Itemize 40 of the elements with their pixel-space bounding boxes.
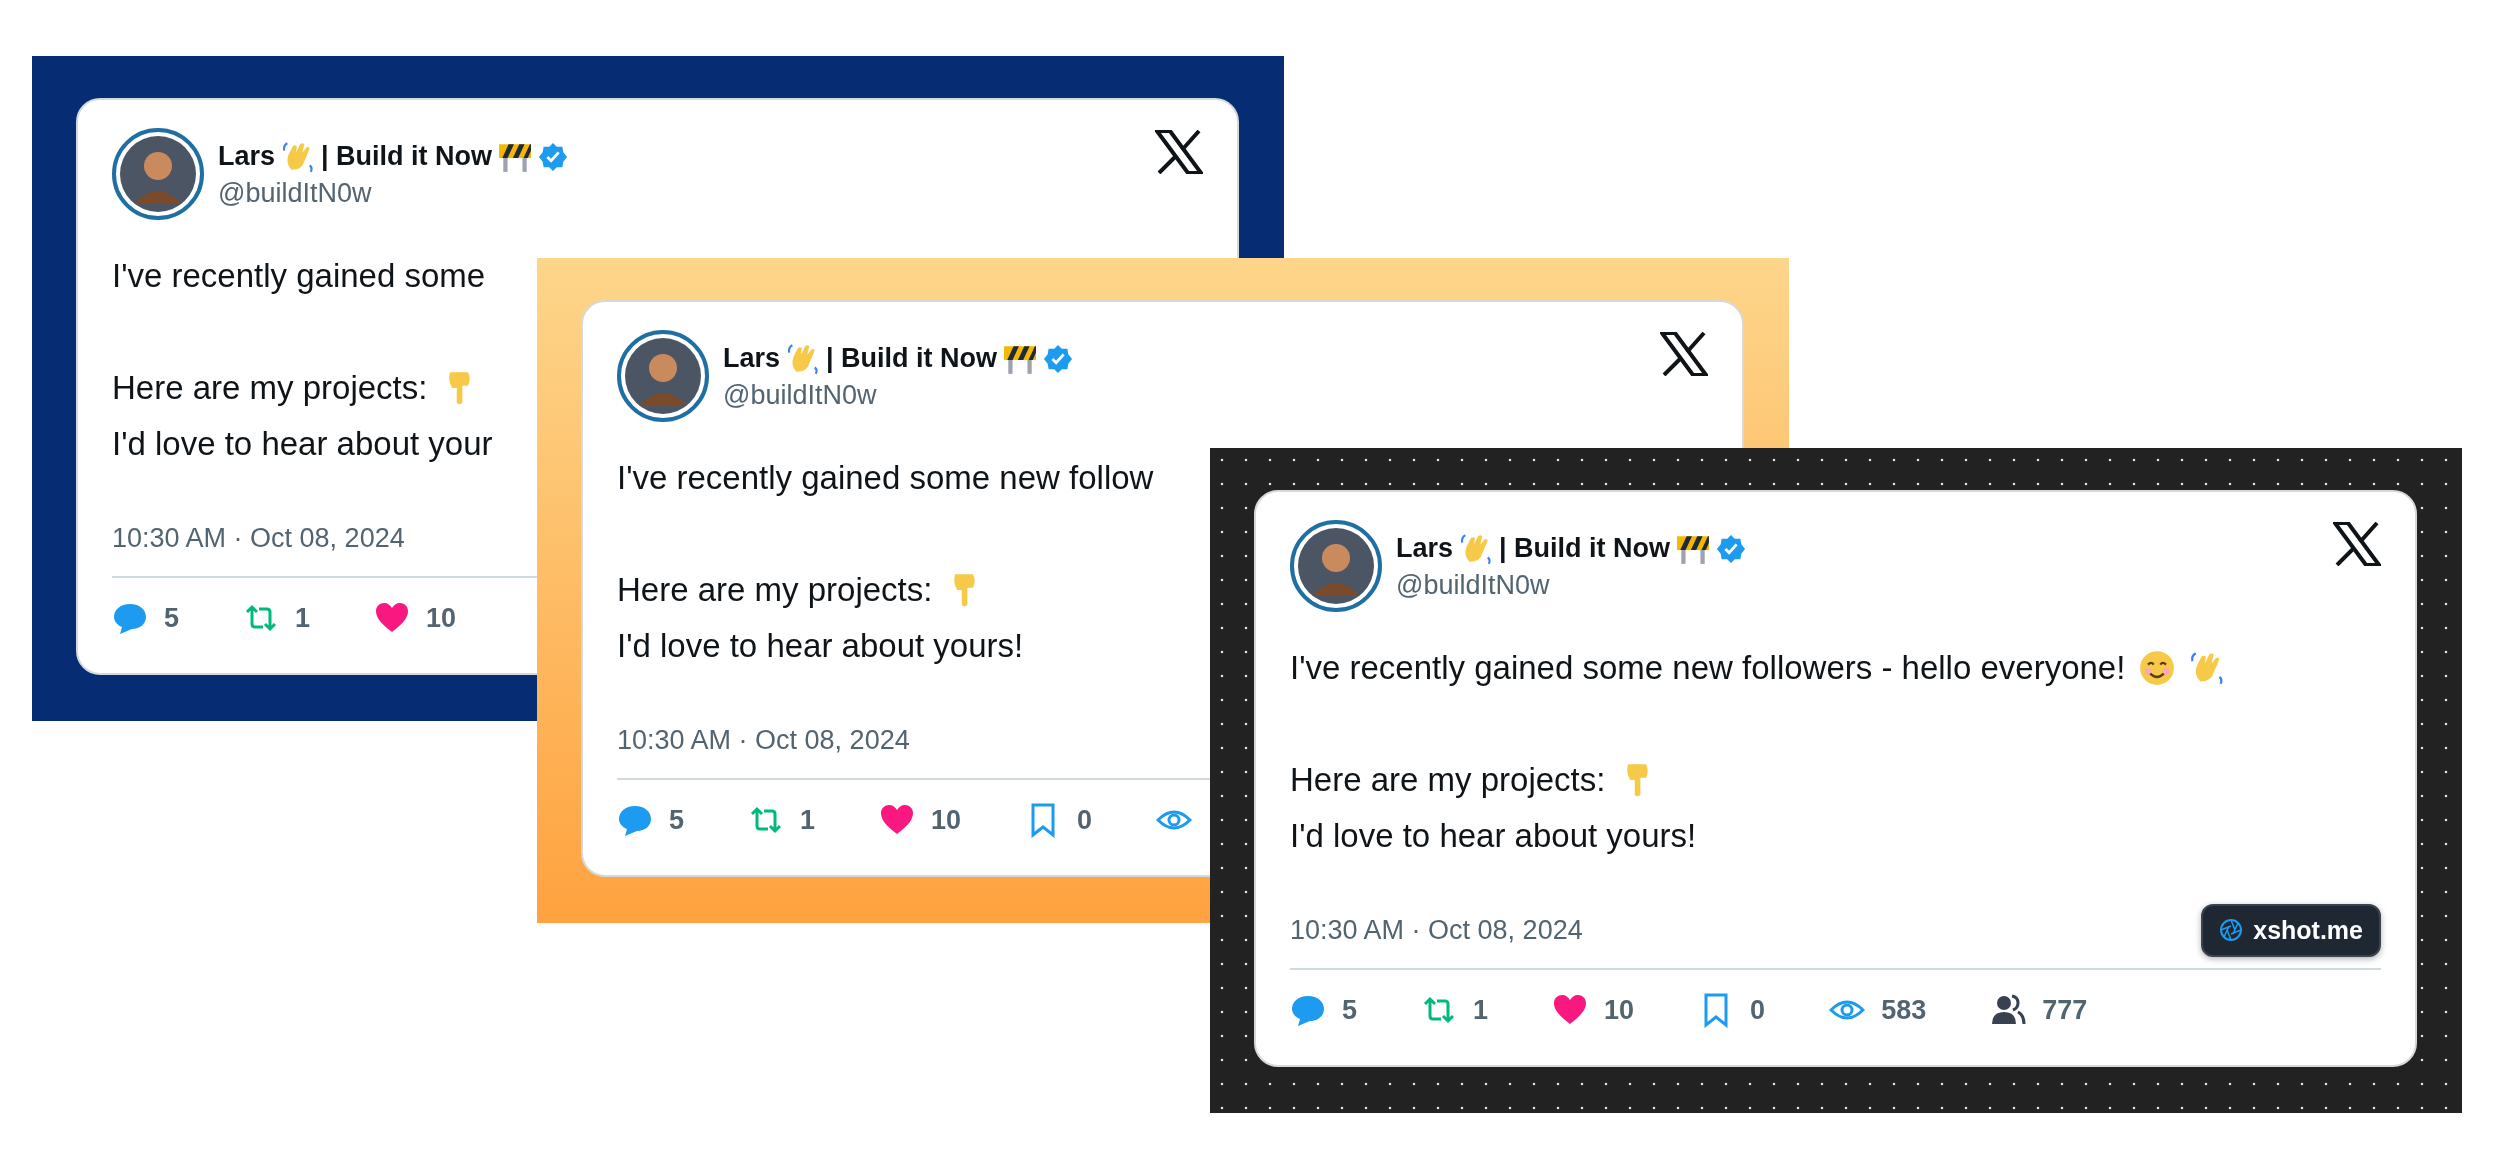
aperture-icon — [2219, 918, 2244, 942]
stat-count: 777 — [2042, 994, 2088, 1026]
tweet-text: I've recently gained some new follow — [617, 459, 1154, 496]
stat-count: 0 — [1077, 804, 1093, 836]
timestamp: 10:30 AM · Oct 08, 2024 — [617, 724, 910, 756]
stat-count: 10 — [1604, 994, 1635, 1026]
stat-count: 0 — [1750, 994, 1766, 1026]
tweet-text: I've recently gained some new followers - hello everyone! — [1290, 649, 2126, 686]
tweet-text: I've recently gained some — [112, 257, 486, 294]
author-name: Lars — [723, 343, 781, 374]
stat-count: 5 — [1342, 994, 1358, 1026]
logo-icon — [2333, 522, 2381, 566]
tweet-text: I'd love to hear about yours! — [617, 627, 1024, 664]
stat-count: 10 — [426, 602, 457, 634]
tweet-text: Here are my projects: — [112, 369, 428, 406]
stat-count: 1 — [295, 602, 311, 634]
timestamp: 10:30 AM · Oct 08, 2024 — [1290, 914, 1583, 946]
tweet-text: I'd love to hear about yours! — [1290, 817, 1697, 854]
author-handle: @buildItN0w — [1396, 569, 1550, 601]
stat-count: 5 — [669, 804, 685, 836]
logo-icon — [1660, 332, 1708, 376]
stat-count: 1 — [1473, 994, 1489, 1026]
timestamp: 10:30 AM · Oct 08, 2024 — [112, 522, 405, 554]
logo-icon — [1155, 130, 1203, 174]
author-name: | Build it Now — [826, 343, 998, 374]
author-name: | Build it Now — [321, 141, 493, 172]
badge-label: xshot.me — [2253, 915, 2363, 945]
author-name: Lars — [1396, 533, 1454, 564]
tweet-text: Here are my projects: — [1290, 761, 1606, 798]
author-handle: @buildItN0w — [723, 379, 877, 411]
smiley-icon — [2139, 650, 2176, 686]
stat-count: 1 — [800, 804, 816, 836]
tweet-text: Here are my projects: — [617, 571, 933, 608]
author-name: Lars — [218, 141, 276, 172]
stat-count: 5 — [164, 602, 180, 634]
stat-count: 583 — [1881, 994, 1927, 1026]
tweet-text: I'd love to hear about your — [112, 425, 493, 462]
author-name: | Build it Now — [1499, 533, 1671, 564]
stat-count: 10 — [931, 804, 962, 836]
author-handle: @buildItN0w — [218, 177, 372, 209]
